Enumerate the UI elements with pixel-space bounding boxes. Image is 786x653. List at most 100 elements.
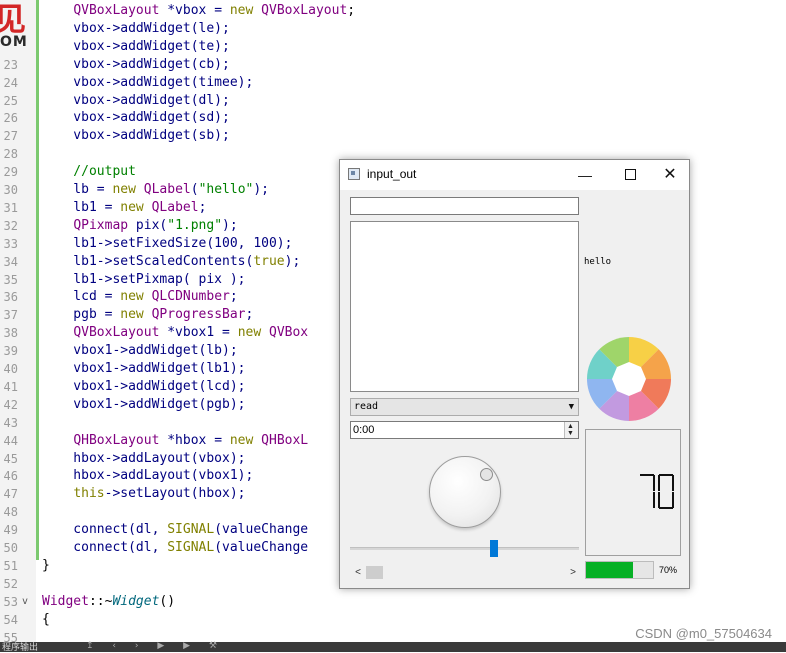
code-token: *vbox1 = (159, 325, 238, 341)
code-token: QPixmap (73, 217, 129, 233)
minimize-icon: — (578, 167, 592, 183)
code-token: Widget (42, 593, 89, 609)
code-line[interactable]: 26 vbox->addWidget(sd); (0, 109, 786, 127)
code-token: new (120, 289, 144, 305)
code-line[interactable]: 53 v Widget::~Widget() (0, 593, 786, 611)
combo-box[interactable]: read ▼ (350, 398, 579, 416)
code-text: this->setLayout(hbox); (42, 485, 245, 503)
code-line[interactable]: vbox->addWidget(te); (0, 38, 786, 56)
line-number: 33 (3, 236, 18, 251)
code-text: QHBoxLayout *hbox = new QHBoxL (42, 432, 308, 450)
code-line[interactable]: vbox->addWidget(le); (0, 20, 786, 38)
code-text: vbox->addWidget(dl); (42, 92, 230, 110)
hello-label: hello (584, 257, 612, 267)
code-line[interactable]: 25 vbox->addWidget(dl); (0, 92, 786, 110)
lcd-digits (640, 474, 674, 509)
code-token: connect(dl, (42, 540, 168, 555)
code-text: hbox->addLayout(vbox1); (42, 467, 253, 485)
scroll-left-button[interactable]: < (352, 564, 364, 581)
aperture-icon (587, 337, 671, 421)
code-line[interactable]: QVBoxLayout *vbox = new QVBoxLayout; (0, 2, 786, 20)
line-edit[interactable] (350, 197, 579, 215)
line-number: 32 (3, 218, 18, 233)
line-number: 29 (3, 165, 18, 180)
code-text: QPixmap pix("1.png"); (42, 217, 238, 235)
code-token: hbox->addLayout(vbox); (42, 450, 246, 466)
qt-window-input-out[interactable]: input_out — ✕ read ▼ 0:00 ▲ ▼ < > hello (339, 159, 690, 589)
code-token: ; (229, 289, 238, 305)
scroll-thumb[interactable] (366, 566, 383, 579)
maximize-icon (624, 169, 636, 180)
time-spin-buttons[interactable]: ▲ ▼ (564, 422, 578, 438)
code-token: (valueChange (214, 540, 309, 555)
code-token: vbox1->addWidget(lcd); (42, 378, 246, 394)
dial-notch[interactable] (480, 468, 493, 481)
close-icon: ✕ (663, 166, 677, 183)
code-token: QLabel (151, 199, 199, 215)
chevron-down-icon: ▼ (568, 402, 574, 412)
maximize-button[interactable] (610, 160, 650, 190)
code-token: *vbox = (159, 3, 230, 18)
code-token: QHBoxL (261, 432, 309, 448)
code-token: vbox->addWidget(sb); (42, 128, 230, 144)
code-token: SIGNAL (167, 522, 215, 538)
code-token: vbox->addWidget(sd); (42, 110, 230, 126)
text-edit[interactable] (350, 221, 579, 392)
line-number: 52 (3, 576, 18, 591)
close-button[interactable]: ✕ (650, 160, 690, 190)
line-number: 49 (3, 523, 18, 538)
code-token: ; (198, 199, 207, 215)
slider-track[interactable] (350, 547, 579, 550)
window-title: input_out (367, 167, 417, 181)
code-token: QLabel (143, 182, 191, 197)
dial[interactable] (429, 456, 501, 528)
line-number: 39 (3, 344, 18, 359)
code-token: () (159, 593, 176, 609)
code-text: vbox1->addWidget(pgb); (42, 396, 245, 414)
code-token: new (229, 3, 254, 18)
code-text: vbox1->addWidget(lcd); (42, 378, 246, 396)
line-number: 47 (3, 487, 18, 502)
fold-arrow-icon[interactable]: v (22, 593, 28, 611)
code-token: QHBoxLayout (73, 432, 160, 448)
code-line[interactable]: 24 vbox->addWidget(timee); (0, 74, 786, 92)
scroll-right-button[interactable]: > (567, 564, 579, 581)
window-titlebar[interactable]: input_out — ✕ (340, 160, 689, 190)
code-token: true (253, 253, 285, 269)
status-icons[interactable]: ↥ ‹ › ▶ ▶ ⚒ (86, 641, 225, 651)
line-number: 23 (3, 57, 18, 72)
code-text: lb1->setPixmap( pix ); (42, 271, 245, 289)
code-token: lb1->setFixedSize(100, 100); (42, 235, 293, 251)
code-text: QVBoxLayout *vbox1 = new QVBox (42, 324, 308, 342)
code-token: ); (222, 217, 238, 233)
combo-value: read (354, 401, 379, 412)
code-text: lb = new QLabel("hello"); (42, 181, 269, 199)
code-line[interactable]: 23 vbox->addWidget(cb); (0, 56, 786, 74)
scroll-bar[interactable]: < > (352, 564, 579, 581)
spin-down-icon[interactable]: ▼ (567, 430, 574, 437)
code-token: Widget (112, 593, 160, 609)
code-token: //output (42, 164, 136, 180)
slider-handle[interactable] (490, 540, 498, 557)
code-text: //output (42, 163, 136, 181)
code-token: ; (245, 307, 254, 323)
line-number: 35 (3, 272, 18, 287)
code-text: vbox->addWidget(cb); (42, 56, 230, 74)
code-line[interactable]: 27 vbox->addWidget(sb); (0, 127, 786, 145)
time-edit[interactable]: 0:00 ▲ ▼ (350, 421, 579, 439)
progress-text: 70% (659, 565, 678, 575)
spin-up-icon[interactable]: ▲ (567, 423, 574, 430)
line-number: 51 (3, 558, 18, 573)
line-number: 28 (3, 147, 18, 162)
code-token: lb = (42, 182, 113, 197)
line-number: 44 (3, 433, 18, 448)
code-token: new (120, 307, 144, 323)
code-token: new (112, 182, 136, 197)
minimize-button[interactable]: — (565, 160, 605, 190)
